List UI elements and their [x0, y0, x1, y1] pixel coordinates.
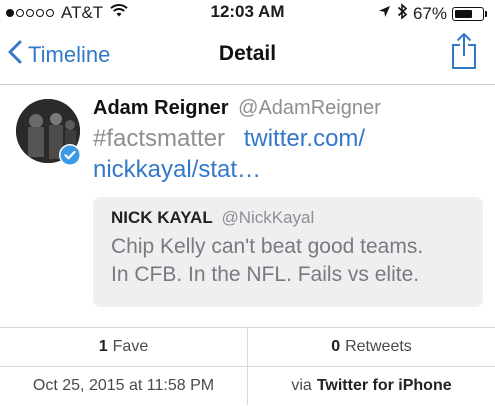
tweet-url-line-2: nickkayal/stat… [93, 156, 262, 183]
verified-badge-icon [58, 143, 82, 167]
page-title: Detail [218, 42, 277, 65]
meta-row: Oct 25, 2015 at 11:58 PM via Twitter for… [0, 367, 495, 405]
quoted-text-line-1: Chip Kelly can't beat good teams. [111, 235, 424, 258]
hashtag-link[interactable]: #factsmatter [93, 125, 225, 152]
faves-count-button[interactable]: 1 Fave [0, 328, 247, 366]
quoted-tweet-header: NICK KAYAL @NickKayal [111, 207, 465, 229]
faves-count: 1 [98, 338, 108, 355]
battery-level-fill [455, 10, 473, 18]
quoted-author-name: NICK KAYAL [111, 208, 213, 227]
tweet-text: #factsmatter twitter.com/ nickkayal/stat… [93, 123, 483, 185]
status-bar: AT&T 12:03 AM 67% [0, 0, 495, 24]
retweets-count: 0 [331, 338, 341, 355]
battery-icon [452, 7, 484, 21]
quoted-tweet-card[interactable]: NICK KAYAL @NickKayal Chip Kelly can't b… [93, 197, 483, 307]
status-bar-right: 67% [378, 3, 487, 25]
battery-percent: 67% [412, 4, 447, 23]
avatar-container[interactable] [16, 99, 81, 166]
tweet-client-source[interactable]: via Twitter for iPhone [247, 367, 495, 405]
via-prefix: via [291, 377, 312, 394]
engagement-row: 1 Fave 0 Retweets [0, 328, 495, 367]
battery-tip [485, 11, 487, 17]
quoted-tweet-text: Chip Kelly can't beat good teams. In CFB… [111, 233, 465, 289]
retweets-label: Retweets [345, 338, 412, 355]
author-handle[interactable]: @AdamReigner [238, 97, 381, 119]
author-name[interactable]: Adam Reigner [93, 97, 229, 119]
bluetooth-icon [397, 3, 408, 25]
share-button[interactable] [451, 32, 477, 75]
tweet-url-line-1: twitter.com/ [243, 125, 366, 152]
tweet-timestamp: Oct 25, 2015 at 11:58 PM [32, 377, 215, 394]
quoted-text-line-2: In CFB. In the NFL. Fails vs elite. [111, 263, 420, 286]
location-arrow-icon [378, 5, 391, 23]
tweet-stats: 1 Fave 0 Retweets Oct 25, 2015 at 11:58 … [0, 327, 495, 406]
tweet-author-line: Adam Reigner @AdamReigner [93, 95, 483, 121]
share-icon [451, 33, 477, 74]
retweets-count-button[interactable]: 0 Retweets [247, 328, 495, 366]
client-name: Twitter for iPhone [316, 377, 452, 394]
quoted-author-handle: @NickKayal [221, 208, 315, 227]
faves-label: Fave [112, 338, 149, 355]
tweet-content: Adam Reigner @AdamReigner #factsmatter t… [93, 95, 483, 185]
navigation-bar: Timeline Detail [0, 24, 495, 85]
